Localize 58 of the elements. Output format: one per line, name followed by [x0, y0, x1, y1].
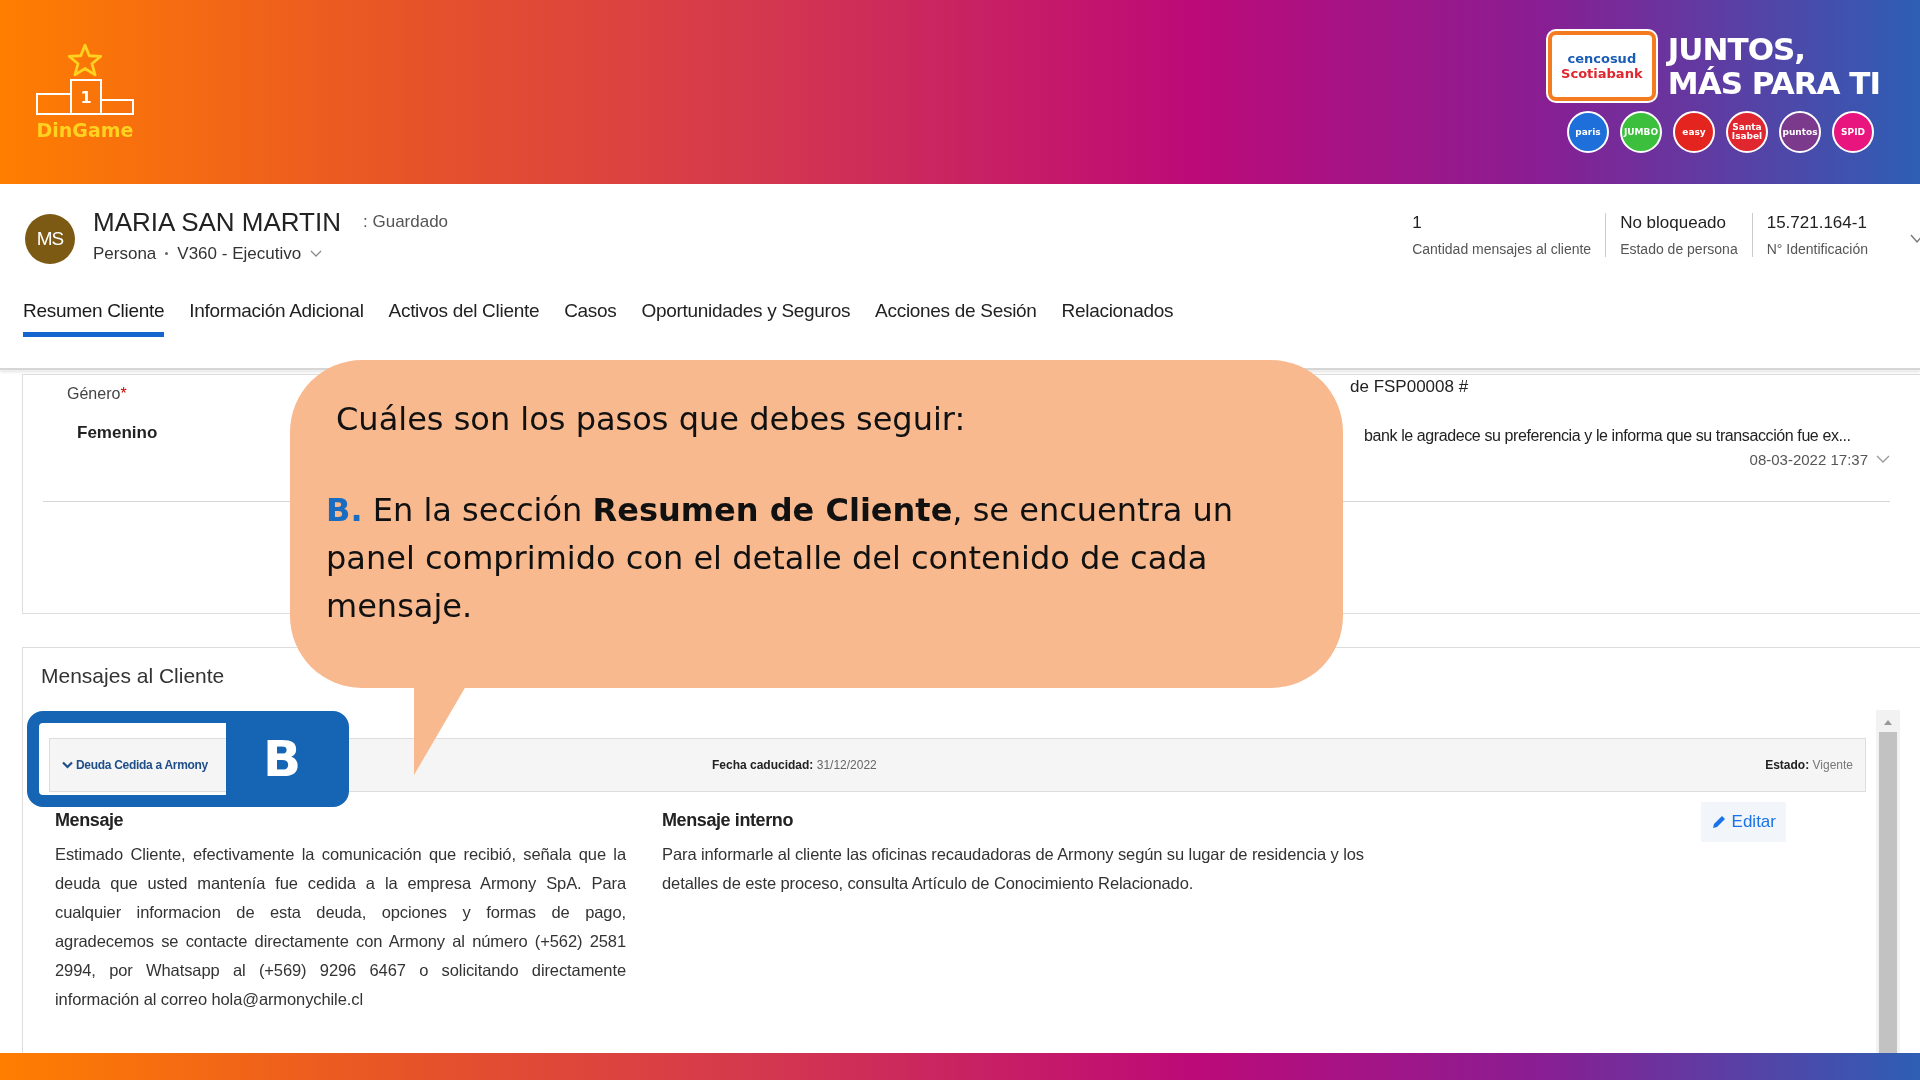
app-name: DinGame	[36, 119, 134, 141]
store-badge: paris	[1567, 111, 1609, 153]
scrollbar[interactable]	[1876, 710, 1900, 1053]
avatar: MS	[25, 214, 75, 264]
stat-label: Cantidad mensajes al cliente	[1412, 241, 1592, 257]
chevron-down-icon[interactable]	[1910, 234, 1920, 244]
callout-text: B. En la sección Resumen de Cliente, se encuentra un panel comprimido con el detalle del contenido de cada mensaje.	[326, 490, 1235, 627]
status-value: Vigente	[1812, 758, 1853, 772]
stat-value: 15.721.164-1	[1766, 213, 1868, 233]
store-badge: Santa Isabel	[1726, 111, 1768, 153]
brand-name: cencosud	[1567, 51, 1637, 66]
brand-name: Scotiabank	[1561, 66, 1643, 81]
timestamp: 08-03-2022 17:37	[1749, 451, 1868, 468]
slogan: JUNTOS,	[1667, 32, 1807, 66]
stat-value: 1	[1412, 213, 1423, 233]
expiry-date: 31/12/2022	[816, 758, 877, 772]
store-badge: easy	[1673, 111, 1715, 153]
tab[interactable]: Acciones de Sesión	[875, 294, 1037, 337]
timeline-text: bank le agradece su preferencia y le informa que su transacción fue ex...	[1364, 427, 1851, 445]
message-text: Estimado Cliente, efectivamente la comunicación que recibió, señala que la deuda que usted mantenía fue cedida a la empresa Armony SpA. Para cualquier informacion de esta deuda, opciones y formas de pago, agradecemos se contacte directamente con Armony al número (+562) 2581 2994, por Whatsapp al (+569) 9296 6467 o solicitando directamente información al correo hola@armonychile.cl	[55, 844, 626, 1010]
tab[interactable]: Resumen Cliente	[23, 294, 165, 337]
callout-heading: Cuáles son los pasos que debes seguir:	[335, 400, 967, 438]
pencil-icon	[1710, 814, 1727, 830]
edit-button[interactable]: Editar	[1700, 802, 1786, 842]
star-icon	[68, 43, 102, 77]
record-name: MARIA SAN MARTIN	[93, 206, 341, 238]
slogan: MÁS PARA TI	[1667, 66, 1880, 100]
internal-text: Para informarle al cliente las oficinas recaudadoras de Armony según su lugar de residencia y los detalles de este proceso, consulta Artículo de Conocimiento Relacionado.	[662, 844, 1366, 894]
form-selector[interactable]: V360 - Ejecutivo	[177, 243, 302, 264]
tab[interactable]: Información Adicional	[189, 294, 364, 337]
chevron-down-icon[interactable]	[310, 249, 323, 258]
store-badge: puntos	[1779, 111, 1821, 153]
entity-type: Persona	[93, 243, 157, 264]
status-label: Estado:	[1765, 758, 1810, 772]
stat-label: N° Identificación	[1766, 241, 1868, 257]
tab[interactable]: Oportunidades y Seguros	[641, 294, 851, 337]
field-label: Género	[67, 385, 121, 402]
timeline-title: de FSP00008 #	[1350, 377, 1469, 397]
stat-label: Estado de persona	[1620, 241, 1738, 257]
scroll-up-arrow-icon[interactable]	[1883, 718, 1893, 726]
separator-dot	[165, 252, 169, 255]
required-mark: *	[120, 385, 127, 402]
expiry-label: Fecha caducidad:	[712, 758, 814, 772]
scrollbar-thumb[interactable]	[1879, 732, 1897, 1053]
tab[interactable]: Casos	[564, 294, 617, 337]
podium-number: 1	[80, 87, 92, 107]
message-label: Mensaje	[55, 810, 125, 831]
tab[interactable]: Relacionados	[1061, 294, 1174, 337]
store-badge: SPID	[1832, 111, 1874, 153]
section-title: Mensajes al Cliente	[40, 663, 226, 688]
internal-label: Mensaje interno	[662, 810, 795, 831]
stat-value: No bloqueado	[1620, 213, 1727, 233]
tab[interactable]: Activos del Cliente	[388, 294, 540, 337]
store-badge: JUMBO	[1620, 111, 1662, 153]
save-status: : Guardado	[363, 212, 449, 232]
message-subject[interactable]: Deuda Cedida a Armony	[76, 758, 208, 772]
chevron-down-icon[interactable]	[62, 761, 73, 769]
field-value: Femenino	[76, 423, 158, 443]
